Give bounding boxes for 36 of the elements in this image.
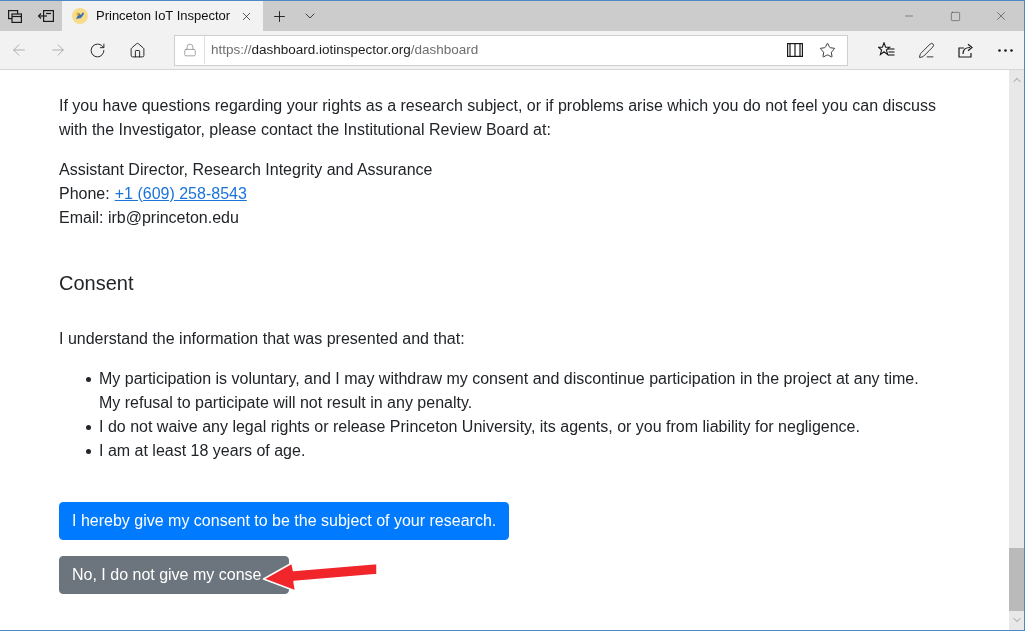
close-icon xyxy=(994,9,1008,23)
consent-intro: I understand the information that was presented and that: xyxy=(59,329,466,349)
phone-link[interactable]: +1 (609) 258-8543 xyxy=(114,182,247,206)
more-icon xyxy=(997,48,1013,52)
lock-icon xyxy=(183,43,197,57)
tab-preview-icon xyxy=(8,9,22,23)
give-consent-button[interactable]: I hereby give my consent to be the subject of your research. xyxy=(59,502,510,540)
decline-consent-button[interactable]: No, I do not give my conse xyxy=(59,556,289,594)
consent-item: I am at least 18 years of age. xyxy=(99,441,306,461)
favorites-list-icon xyxy=(877,42,895,58)
home-icon xyxy=(128,41,146,59)
address-bar[interactable]: https://dashboard.iotinspector.org/dashboard xyxy=(174,34,848,66)
bullet-icon xyxy=(86,425,91,430)
refresh-icon xyxy=(88,41,106,59)
set-tabs-aside-icon xyxy=(38,10,54,22)
star-icon xyxy=(818,41,836,59)
share-icon xyxy=(957,42,975,58)
scrollbar-thumb[interactable] xyxy=(1009,548,1024,611)
irb-contact-paragraph: If you have questions regarding your rights as a research subject, or if problems arise which you do not feel you can discuss with the Investigator, please contact the Institutional Review Board at: xyxy=(59,96,937,140)
tab-title: Princeton IoT Inspector xyxy=(96,7,231,26)
maximize-icon xyxy=(949,10,961,22)
contact-title: Assistant Director, Research Integrity and Assurance xyxy=(59,160,434,180)
phone-label: Phone: xyxy=(59,184,110,204)
consent-item: My participation is voluntary, and I may withdraw my consent and discontinue participation in the project at any time. My refusal to participate will not result in any penalty. xyxy=(99,369,920,413)
site-logo-icon xyxy=(72,8,88,24)
pen-icon xyxy=(917,41,935,59)
browser-tab[interactable]: Princeton IoT Inspector xyxy=(62,1,263,31)
book-icon xyxy=(787,43,803,57)
bullet-icon xyxy=(86,377,91,382)
url-text: https://dashboard.iotinspector.org/dashboard xyxy=(211,40,479,59)
scrollbar[interactable] xyxy=(1009,70,1024,630)
email-line: Email: irb@princeton.edu xyxy=(59,208,240,228)
forward-arrow-icon xyxy=(49,41,67,59)
consent-item: I do not waive any legal rights or release Princeton University, its agents, or you from liability for negligence. xyxy=(99,417,860,437)
bullet-icon xyxy=(86,449,91,454)
consent-heading: Consent xyxy=(59,271,135,296)
